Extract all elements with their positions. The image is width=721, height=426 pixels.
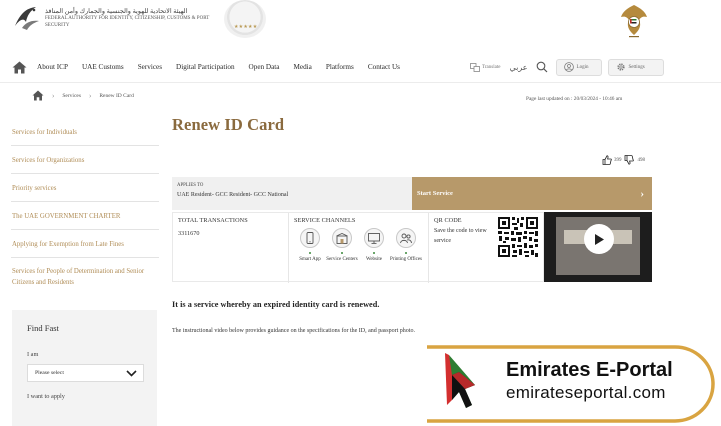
- uae-emblem-icon: [621, 5, 647, 38]
- find-fast-panel: Find Fast I am Please select I want to a…: [12, 310, 157, 426]
- thumbs-up-icon[interactable]: [602, 155, 612, 165]
- rating-widget: 399 498: [602, 155, 645, 165]
- sidebar-item-exemption[interactable]: Applying for Exemption from Late Fines: [11, 230, 159, 258]
- falcon-logo-icon: [15, 7, 39, 30]
- transactions-column: TOTAL TRANSACTIONS 3311670: [173, 213, 289, 283]
- play-icon: [595, 233, 604, 245]
- nav-item-uae-customs[interactable]: UAE Customs: [82, 63, 124, 71]
- qr-code-icon[interactable]: [497, 216, 539, 258]
- play-button[interactable]: [584, 224, 614, 254]
- logo-text-english: FEDERAL AUTHORITY FOR IDENTITY, CITIZENS…: [45, 15, 210, 28]
- translate-button[interactable]: Translate: [470, 62, 501, 72]
- breadcrumb-home-icon[interactable]: [32, 90, 44, 101]
- nav-item-about-icp[interactable]: About ICP: [37, 63, 68, 71]
- logo-text-arabic: الهيئة الاتحادية للهوية والجنسية والجمار…: [45, 7, 188, 15]
- nav-item-media[interactable]: Media: [293, 63, 311, 71]
- sidebar: Services for Individuals Services for Or…: [11, 118, 159, 298]
- nav-item-digital-participation[interactable]: Digital Participation: [176, 63, 235, 71]
- breadcrumb-services[interactable]: Services: [62, 93, 81, 99]
- translate-icon: [470, 62, 480, 72]
- i-am-select-value: Please select: [35, 370, 64, 376]
- video-instruction: The instructional video below provides g…: [172, 328, 415, 334]
- people-icon: [400, 233, 412, 243]
- breadcrumb: › Services › Renew ID Card: [32, 90, 134, 101]
- sidebar-item-charter[interactable]: The UAE GOVERNMENT CHARTER: [11, 202, 159, 230]
- qr-description: Save the code to view service: [434, 228, 487, 244]
- applies-to-label: APPLIES TO: [177, 183, 204, 188]
- channel-label: Website: [366, 257, 382, 262]
- sidebar-item-priority[interactable]: Priority services: [11, 174, 159, 202]
- channels-label: SERVICE CHANNELS: [294, 217, 356, 224]
- channel-label: Printing Offices: [390, 257, 422, 262]
- watermark-subtitle: emirateseportal.com: [506, 383, 666, 402]
- chevron-right-icon: ›: [640, 187, 644, 200]
- channel-printing-offices[interactable]: Printing Offices: [390, 228, 422, 263]
- breadcrumb-separator: ›: [52, 91, 55, 100]
- smartphone-icon: [306, 232, 314, 244]
- nav-item-open-data[interactable]: Open Data: [249, 63, 280, 71]
- i-am-label: I am: [27, 351, 39, 358]
- start-service-button[interactable]: Start Service ›: [412, 177, 652, 210]
- seal-stars: ★★★★★: [234, 25, 258, 30]
- channel-label: Smart App: [299, 257, 321, 262]
- monitor-icon: [368, 232, 380, 244]
- channels-column: SERVICE CHANNELS Smart App Service Cente…: [289, 213, 429, 283]
- dislikes-count: 498: [637, 157, 646, 163]
- channel-label: Service Centers: [326, 257, 358, 262]
- channel-smart-app[interactable]: Smart App: [294, 228, 326, 263]
- home-icon[interactable]: [12, 61, 27, 74]
- sidebar-item-organizations[interactable]: Services for Organizations: [11, 146, 159, 174]
- thumbs-down-icon[interactable]: [624, 155, 634, 165]
- user-icon: [563, 62, 574, 72]
- service-center-icon: [336, 232, 348, 244]
- transactions-label: TOTAL TRANSACTIONS: [178, 217, 248, 224]
- sidebar-item-individuals[interactable]: Services for Individuals: [11, 118, 159, 146]
- search-icon[interactable]: [536, 61, 548, 73]
- nav-tools: Translate عربي Login Settings: [470, 56, 664, 78]
- find-fast-title: Find Fast: [27, 323, 59, 333]
- translate-label: Translate: [482, 64, 501, 70]
- main-nav: About ICP UAE Customs Services Digital P…: [12, 56, 414, 78]
- watermark-title: Emirates E-Portal: [506, 359, 673, 381]
- award-seal: ★★★★★: [224, 0, 266, 38]
- service-stats: TOTAL TRANSACTIONS 3311670 SERVICE CHANN…: [172, 212, 544, 283]
- channel-website[interactable]: Website: [358, 228, 390, 263]
- applies-to-box: APPLIES TO UAE Resident- GCC Resident- G…: [172, 177, 412, 210]
- gear-icon: [616, 63, 625, 71]
- page-title: Renew ID Card: [172, 115, 285, 134]
- login-button[interactable]: Login: [555, 58, 602, 76]
- settings-label: Settings: [628, 64, 645, 70]
- breadcrumb-current: Renew ID Card: [99, 92, 134, 99]
- login-label: Login: [576, 64, 589, 70]
- language-toggle[interactable]: عربي: [509, 63, 527, 72]
- likes-count: 399: [614, 157, 622, 163]
- nav-item-platforms[interactable]: Platforms: [326, 63, 354, 71]
- service-description: It is a service whereby an expired ident…: [172, 300, 380, 309]
- sidebar-item-determination[interactable]: Services for People of Determination and…: [11, 258, 159, 298]
- channel-service-centers[interactable]: Service Centers: [326, 228, 358, 263]
- breadcrumb-separator: ›: [88, 91, 92, 100]
- last-updated: Page last updated on : 20/03/2024 - 10:4…: [526, 96, 623, 102]
- start-service-label: Start Service: [417, 190, 453, 197]
- chevron-down-icon: [126, 369, 137, 377]
- applies-to-value: UAE Resident- GCC Resident- GCC National: [177, 192, 289, 198]
- nav-item-contact-us[interactable]: Contact Us: [368, 63, 400, 71]
- nav-divider: [0, 82, 721, 83]
- settings-button[interactable]: Settings: [607, 58, 664, 76]
- icp-logo[interactable]: الهيئة الاتحادية للهوية والجنسية والجمار…: [12, 4, 223, 32]
- transactions-value: 3311670: [178, 230, 200, 237]
- i-am-select[interactable]: Please select: [27, 364, 144, 382]
- video-player[interactable]: [544, 212, 652, 282]
- apply-label: I want to apply: [27, 393, 65, 400]
- nav-item-services[interactable]: Services: [138, 63, 162, 71]
